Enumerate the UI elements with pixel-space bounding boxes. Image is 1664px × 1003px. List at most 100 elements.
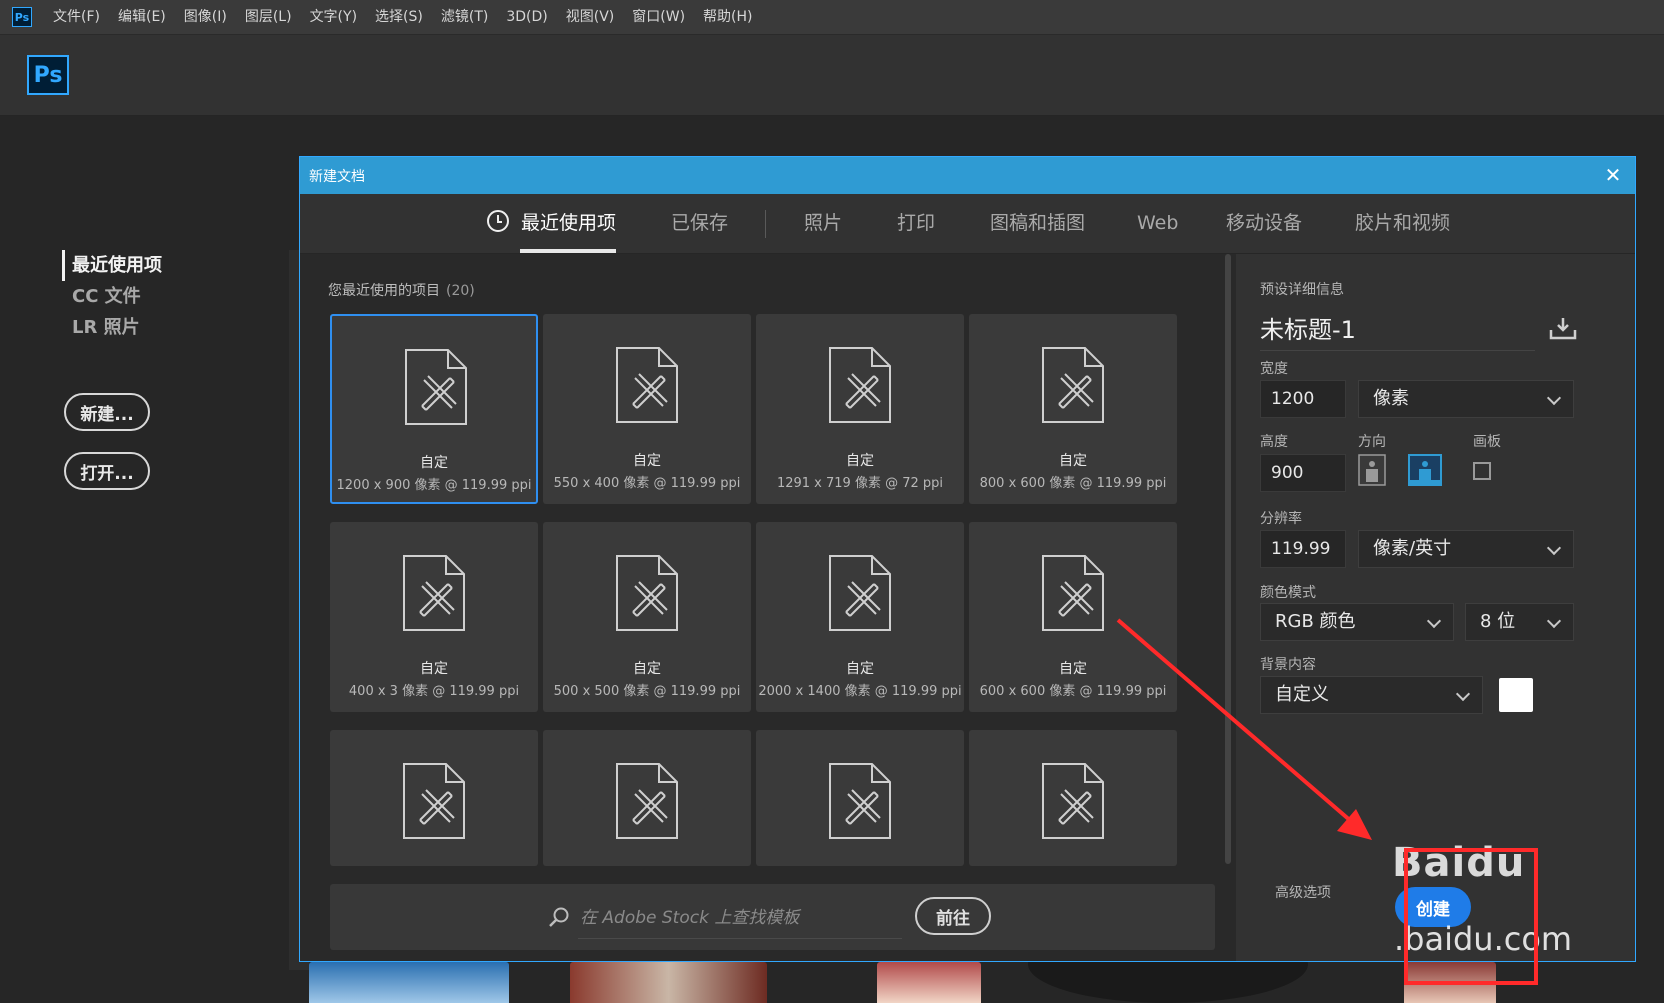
home-nav-lr-photos[interactable]: LR 照片 (64, 312, 162, 343)
tab-art-illustration[interactable]: 图稿和插图 (990, 194, 1085, 253)
document-icon (616, 555, 678, 631)
home-nav-cc-files[interactable]: CC 文件 (64, 281, 162, 312)
new-button[interactable]: 新建... (64, 393, 150, 431)
preset-card[interactable] (969, 730, 1177, 866)
landscape-orientation-icon[interactable] (1408, 454, 1442, 486)
search-icon (549, 907, 569, 927)
chevron-down-icon (1546, 390, 1562, 406)
color-mode-select[interactable]: RGB 颜色 (1260, 603, 1454, 641)
menu-help[interactable]: 帮助(H) (694, 0, 761, 34)
width-unit-select[interactable]: 像素 (1358, 380, 1574, 418)
tab-mobile[interactable]: 移动设备 (1226, 194, 1302, 253)
recent-heading: 您最近使用的项目 (20) (328, 283, 475, 299)
dialog-titlebar: 新建文档 ✕ (300, 157, 1635, 194)
preset-tabs: 最近使用项 已保存 照片 打印 图稿和插图 Web 移动设备 胶片和视频 (300, 194, 1635, 254)
document-icon (1042, 763, 1104, 839)
preset-card[interactable]: 自定 550 x 400 像素 @ 119.99 ppi (543, 314, 751, 504)
tab-saved[interactable]: 已保存 (671, 194, 728, 253)
preset-size: 800 x 600 像素 @ 119.99 ppi (979, 476, 1167, 491)
preset-card[interactable] (543, 730, 751, 866)
width-input[interactable]: 1200 (1260, 380, 1346, 418)
background-color-swatch[interactable] (1499, 678, 1533, 712)
tab-print[interactable]: 打印 (897, 194, 935, 253)
document-icon (403, 555, 465, 631)
preset-card[interactable]: 自定 600 x 600 像素 @ 119.99 ppi (969, 522, 1177, 712)
menu-type[interactable]: 文字(Y) (301, 0, 366, 34)
thumbnail-image[interactable] (877, 962, 981, 1003)
document-icon (829, 763, 891, 839)
portrait-orientation-icon[interactable] (1358, 454, 1386, 486)
save-preset-icon[interactable] (1549, 316, 1577, 340)
thumbnail-image[interactable] (309, 962, 509, 1003)
preset-name: 自定 (420, 455, 448, 471)
chevron-down-icon (1455, 686, 1471, 702)
tab-photo[interactable]: 照片 (804, 194, 842, 253)
home-nav: 最近使用项 CC 文件 LR 照片 (62, 250, 162, 343)
document-icon (1042, 347, 1104, 423)
preset-name: 自定 (633, 453, 661, 469)
preset-name: 自定 (1059, 661, 1087, 677)
home-nav-recent[interactable]: 最近使用项 (62, 250, 162, 281)
document-name-field[interactable]: 未标题-1 (1260, 310, 1535, 351)
preset-name: 自定 (420, 661, 448, 677)
menu-3d[interactable]: 3D(D) (497, 0, 556, 34)
resolution-label: 分辨率 (1260, 511, 1302, 527)
menu-edit[interactable]: 编辑(E) (109, 0, 175, 34)
ps-app-icon: Ps (12, 7, 32, 27)
preset-card[interactable]: 自定 500 x 500 像素 @ 119.99 ppi (543, 522, 751, 712)
preset-details-heading: 预设详细信息 (1260, 282, 1344, 298)
document-icon (405, 349, 467, 425)
color-mode-label: 颜色模式 (1260, 585, 1316, 601)
preset-card[interactable]: 自定 800 x 600 像素 @ 119.99 ppi (969, 314, 1177, 504)
stock-search-input[interactable] (578, 898, 902, 939)
preset-size: 500 x 500 像素 @ 119.99 ppi (553, 684, 741, 699)
menu-image[interactable]: 图像(I) (175, 0, 236, 34)
preset-card[interactable]: 自定 1291 x 719 像素 @ 72 ppi (756, 314, 964, 504)
preset-card[interactable] (330, 730, 538, 866)
height-input[interactable]: 900 (1260, 454, 1346, 492)
chevron-down-icon (1426, 613, 1442, 629)
preset-size: 600 x 600 像素 @ 119.99 ppi (979, 684, 1167, 699)
chevron-down-icon (1546, 613, 1562, 629)
resolution-input[interactable]: 119.99 (1260, 530, 1346, 568)
scrollbar[interactable] (1225, 254, 1231, 864)
preset-card[interactable] (756, 730, 964, 866)
recent-items-area: 您最近使用的项目 (20) 自定 1200 x 900 像素 @ 119.99 p… (300, 254, 1236, 961)
tab-film-video[interactable]: 胶片和视频 (1355, 194, 1450, 253)
menu-file[interactable]: 文件(F) (44, 0, 109, 34)
ps-logo[interactable]: Ps (27, 55, 69, 95)
close-icon[interactable]: ✕ (1603, 165, 1623, 185)
menu-layer[interactable]: 图层(L) (236, 0, 301, 34)
tab-web[interactable]: Web (1137, 194, 1178, 253)
height-label: 高度 (1260, 434, 1288, 450)
document-icon (616, 763, 678, 839)
document-icon (616, 347, 678, 423)
preset-card[interactable]: 自定 2000 x 1400 像素 @ 119.99 ppi (756, 522, 964, 712)
bit-depth-select[interactable]: 8 位 (1465, 603, 1574, 641)
clock-icon (487, 210, 509, 232)
stock-search-bar: 前往 (330, 884, 1215, 950)
artboard-checkbox[interactable] (1473, 462, 1491, 480)
advanced-options-toggle[interactable]: 高级选项 (1275, 882, 1331, 902)
thumbnail-image[interactable] (570, 962, 767, 1003)
app-bar: Ps (0, 35, 1664, 115)
preset-size: 400 x 3 像素 @ 119.99 ppi (348, 684, 520, 699)
preset-card[interactable]: 自定 1200 x 900 像素 @ 119.99 ppi (330, 314, 538, 504)
menu-filter[interactable]: 滤镜(T) (432, 0, 497, 34)
preset-card[interactable]: 自定 400 x 3 像素 @ 119.99 ppi (330, 522, 538, 712)
tab-recent[interactable]: 最近使用项 (487, 194, 617, 253)
menu-select[interactable]: 选择(S) (366, 0, 432, 34)
document-icon (829, 347, 891, 423)
menu-bar: Ps 文件(F) 编辑(E) 图像(I) 图层(L) 文字(Y) 选择(S) 滤… (0, 0, 1664, 35)
resolution-unit-select[interactable]: 像素/英寸 (1358, 530, 1574, 568)
menu-view[interactable]: 视图(V) (557, 0, 624, 34)
document-icon (829, 555, 891, 631)
go-button[interactable]: 前往 (915, 897, 991, 935)
menu-window[interactable]: 窗口(W) (623, 0, 694, 34)
preset-size: 2000 x 1400 像素 @ 119.99 ppi (758, 684, 962, 699)
preset-name: 自定 (846, 661, 874, 677)
document-icon (1042, 555, 1104, 631)
background-select[interactable]: 自定义 (1260, 676, 1483, 714)
open-button[interactable]: 打开... (64, 452, 150, 490)
artboard-label: 画板 (1473, 434, 1501, 450)
